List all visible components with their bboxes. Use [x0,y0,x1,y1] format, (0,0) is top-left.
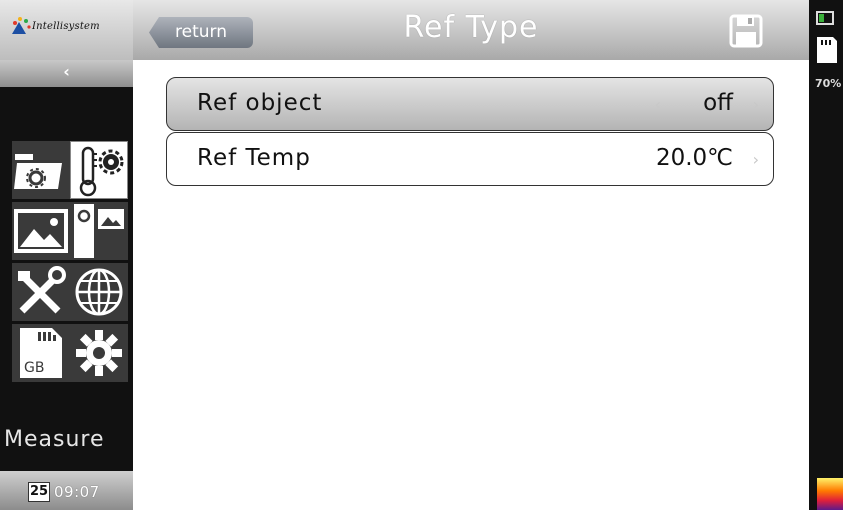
mode-label: Measure [4,427,105,452]
sidebar-tile-measure-settings[interactable] [70,141,128,199]
thermometer-settings-icon [79,146,124,197]
sd-card-label: GB [24,360,44,376]
header-bar: return Ref Type [133,0,809,60]
color-palette-indicator[interactable] [817,478,843,510]
logo-bar: Intellisystem [0,0,133,60]
floppy-disk-icon[interactable] [729,14,763,48]
page-title: Ref Type [403,10,539,45]
folder-settings-icon [14,154,62,189]
sidebar-collapse-button[interactable]: ‹ [0,60,133,87]
sd-card-icon: GB [20,328,62,378]
storage-card-icon [817,37,837,63]
globe-icon [75,268,123,316]
sidebar-tile-tools[interactable] [12,263,70,321]
setting-label: Ref Temp [197,145,311,171]
logo-text: Intellisystem [32,21,100,32]
chevron-left-icon: ‹ [63,62,70,81]
chevron-right-icon[interactable]: › [753,95,759,114]
chevron-right-icon[interactable]: › [753,150,759,169]
clock-bar: 25 09:07 [0,471,133,510]
sidebar-tile-folder-settings[interactable] [12,141,70,199]
sidebar-tile-language[interactable] [70,263,128,321]
gear-icon [76,330,122,376]
setting-row-ref-object[interactable]: Ref object ‹ off › [166,77,774,131]
sidebar-tile-camera-image[interactable] [70,202,128,260]
clock-time: 09:07 [54,483,100,501]
camera-image-icon [74,204,124,258]
logo-icon [12,17,31,34]
calendar-icon: 25 [28,482,50,502]
battery-icon [816,11,834,25]
image-icon [14,209,68,253]
setting-value: 20.0℃ [655,145,733,171]
sidebar-tile-images[interactable] [12,202,70,260]
sidebar-tile-settings[interactable] [70,324,128,382]
sidebar-tile-storage[interactable]: GB [12,324,70,382]
storage-percent: 70% [815,77,842,90]
setting-row-ref-temp[interactable]: Ref Temp 20.0℃ › [166,132,774,186]
setting-value: off [703,90,733,116]
setting-label: Ref object [197,90,323,116]
tools-icon [18,266,66,314]
chevron-left-icon[interactable]: ‹ [655,95,661,114]
